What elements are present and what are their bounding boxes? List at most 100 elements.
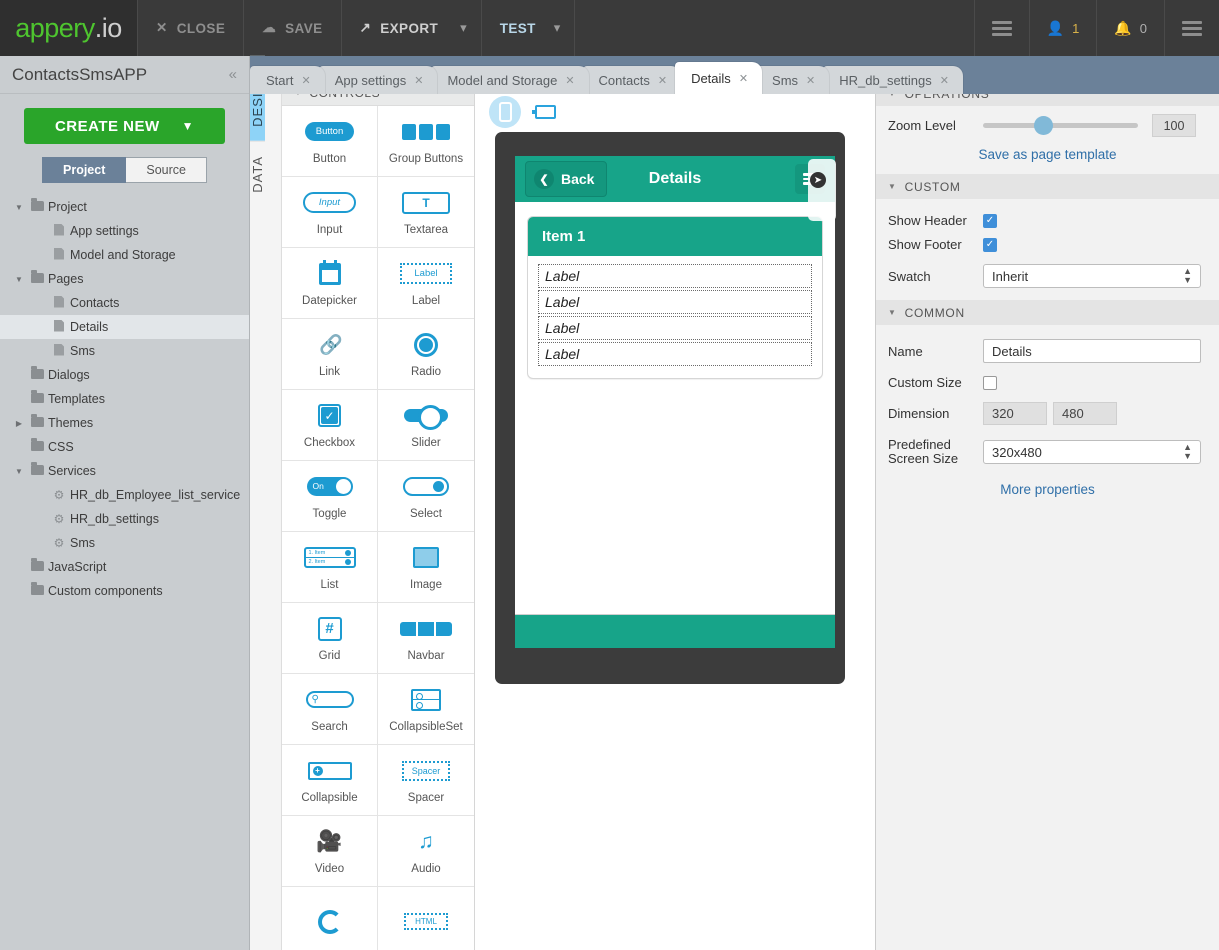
tree-item-hr-db-settings[interactable]: ⚙ HR_db_settings: [0, 507, 249, 531]
palette-item-grid[interactable]: # Grid: [282, 602, 378, 674]
notifications-button[interactable]: 🔔 0: [1096, 0, 1164, 56]
landscape-device-button[interactable]: [532, 105, 556, 119]
tree-item-css[interactable]: CSS: [0, 435, 249, 459]
zoom-level-value[interactable]: 100: [1152, 114, 1196, 137]
tree-item-sms[interactable]: Sms: [0, 339, 249, 363]
save-as-page-template-link[interactable]: Save as page template: [978, 147, 1116, 162]
show-header-checkbox[interactable]: ✓: [983, 213, 997, 228]
close-tab-icon[interactable]: ✕: [806, 74, 815, 87]
tree-item-app-settings[interactable]: App settings: [0, 219, 249, 243]
close-tab-icon[interactable]: ✕: [301, 74, 310, 87]
section-common[interactable]: ▼ COMMON: [876, 300, 1219, 325]
palette-item-checkbox[interactable]: ✓ Checkbox: [282, 389, 378, 461]
palette-item-input[interactable]: Input Input: [282, 176, 378, 248]
test-chevron-down-icon[interactable]: ▾: [550, 0, 575, 56]
tree-item-project[interactable]: ▼ Project: [0, 195, 249, 219]
page-tab-hr-db-settings[interactable]: HR_db_settings ✕: [823, 66, 963, 94]
twisty-down-icon[interactable]: ▼: [12, 203, 26, 212]
palette-item-navbar[interactable]: Navbar: [378, 602, 474, 674]
twisty-right-icon[interactable]: ▶: [12, 419, 26, 428]
tree-item-sms[interactable]: ⚙ Sms: [0, 531, 249, 555]
tree-item-themes[interactable]: ▶ Themes: [0, 411, 249, 435]
palette-item-select[interactable]: Select: [378, 460, 474, 532]
tree-item-model-and-storage[interactable]: Model and Storage: [0, 243, 249, 267]
palette-item-collapsibleset[interactable]: CollapsibleSet: [378, 673, 474, 745]
palette-item-textarea[interactable]: T Textarea: [378, 176, 474, 248]
palette-item-link[interactable]: 🔗 Link: [282, 318, 378, 390]
screen-label[interactable]: Label: [538, 316, 812, 340]
collapsible-header[interactable]: Item 1: [528, 217, 822, 256]
page-tab-details[interactable]: Details ✕: [675, 62, 763, 94]
create-new-button[interactable]: CREATE NEW ▼: [24, 108, 225, 144]
close-button[interactable]: ✕ CLOSE: [137, 0, 243, 56]
save-button[interactable]: ☁ SAVE: [243, 0, 340, 56]
tree-item-pages[interactable]: ▼ Pages: [0, 267, 249, 291]
palette-item-video[interactable]: 🎥 Video: [282, 815, 378, 887]
palette-item-spacer[interactable]: Spacer Spacer: [378, 744, 474, 816]
custom-size-checkbox[interactable]: ✓: [983, 375, 997, 390]
dimension-width-input[interactable]: 320: [983, 402, 1047, 425]
page-tab-app-settings[interactable]: App settings ✕: [318, 66, 438, 94]
palette-item-search[interactable]: ⚲ Search: [282, 673, 378, 745]
tree-item-contacts[interactable]: Contacts: [0, 291, 249, 315]
export-button[interactable]: ↗ EXPORT: [340, 0, 457, 56]
appery-logo[interactable]: appery .io: [0, 0, 137, 56]
slider-handle[interactable]: [1034, 116, 1054, 135]
tree-item-custom-components[interactable]: Custom components: [0, 579, 249, 603]
page-tab-sms[interactable]: Sms ✕: [756, 66, 830, 94]
tree-item-hr-db-employee-list-service[interactable]: ⚙ HR_db_Employee_list_service: [0, 483, 249, 507]
palette-item-slider[interactable]: Slider: [378, 389, 474, 461]
screen-label[interactable]: Label: [538, 264, 812, 288]
twisty-down-icon[interactable]: ▼: [12, 275, 26, 284]
close-tab-icon[interactable]: ✕: [739, 72, 748, 85]
screen-label[interactable]: Label: [538, 290, 812, 314]
page-tab-model-and-storage[interactable]: Model and Storage ✕: [431, 66, 589, 94]
tree-item-javascript[interactable]: JavaScript: [0, 555, 249, 579]
palette-item-radio[interactable]: Radio: [378, 318, 474, 390]
tree-item-dialogs[interactable]: Dialogs: [0, 363, 249, 387]
back-button[interactable]: ❮ Back: [525, 161, 608, 197]
rail-tab-data[interactable]: DATA: [250, 140, 265, 207]
close-tab-icon[interactable]: ✕: [940, 74, 949, 87]
dimension-height-input[interactable]: 480: [1053, 402, 1117, 425]
test-button[interactable]: TEST: [480, 0, 550, 56]
tab-project[interactable]: Project: [42, 157, 127, 183]
palette-item-list[interactable]: 1. Item 2. Item List: [282, 531, 378, 603]
palette-item-label[interactable]: Label Label: [378, 247, 474, 319]
palette-item-button[interactable]: Button Button: [282, 105, 378, 177]
palette-item-datepicker[interactable]: Datepicker: [282, 247, 378, 319]
user-count-button[interactable]: 👤 1: [1028, 0, 1097, 56]
show-footer-checkbox[interactable]: ✓: [983, 237, 997, 252]
palette-item-group-buttons[interactable]: Group Buttons: [378, 105, 474, 177]
close-tab-icon[interactable]: ✕: [565, 74, 574, 87]
palette-item-toggle[interactable]: On Toggle: [282, 460, 378, 532]
panel-flyout-handle[interactable]: ➤: [808, 159, 836, 221]
zoom-level-slider[interactable]: [983, 116, 1138, 135]
screen-label[interactable]: Label: [538, 342, 812, 366]
tab-source[interactable]: Source: [126, 157, 207, 183]
collapse-left-panel-icon[interactable]: «: [229, 66, 237, 83]
tree-item-details[interactable]: Details: [0, 315, 249, 339]
more-properties-link[interactable]: More properties: [1000, 482, 1095, 497]
palette-item-partial-circle[interactable]: [282, 886, 378, 950]
name-input[interactable]: Details: [983, 339, 1201, 363]
palette-item-collapsible[interactable]: + Collapsible: [282, 744, 378, 816]
tree-item-templates[interactable]: Templates: [0, 387, 249, 411]
tree-item-services[interactable]: ▼ Services: [0, 459, 249, 483]
page-tab-start[interactable]: Start ✕: [250, 66, 325, 94]
export-chevron-down-icon[interactable]: ▾: [456, 0, 481, 56]
section-custom[interactable]: ▼ CUSTOM: [876, 174, 1219, 199]
collapsible-widget[interactable]: Item 1 Label Label Label Label: [527, 216, 823, 379]
page-tab-contacts[interactable]: Contacts ✕: [582, 66, 682, 94]
close-tab-icon[interactable]: ✕: [658, 74, 667, 87]
palette-item-partial-html[interactable]: HTML: [378, 886, 474, 950]
swatch-select[interactable]: Inherit ▲ ▼: [983, 264, 1201, 288]
main-menu-button[interactable]: [1164, 0, 1219, 56]
portrait-device-button[interactable]: [489, 96, 521, 128]
predefined-size-select[interactable]: 320x480 ▲ ▼: [983, 440, 1201, 464]
twisty-down-icon[interactable]: ▼: [12, 467, 26, 476]
close-tab-icon[interactable]: ✕: [414, 74, 423, 87]
app-menu-button[interactable]: [973, 0, 1029, 56]
palette-item-image[interactable]: Image: [378, 531, 474, 603]
palette-item-audio[interactable]: ♫ Audio: [378, 815, 474, 887]
